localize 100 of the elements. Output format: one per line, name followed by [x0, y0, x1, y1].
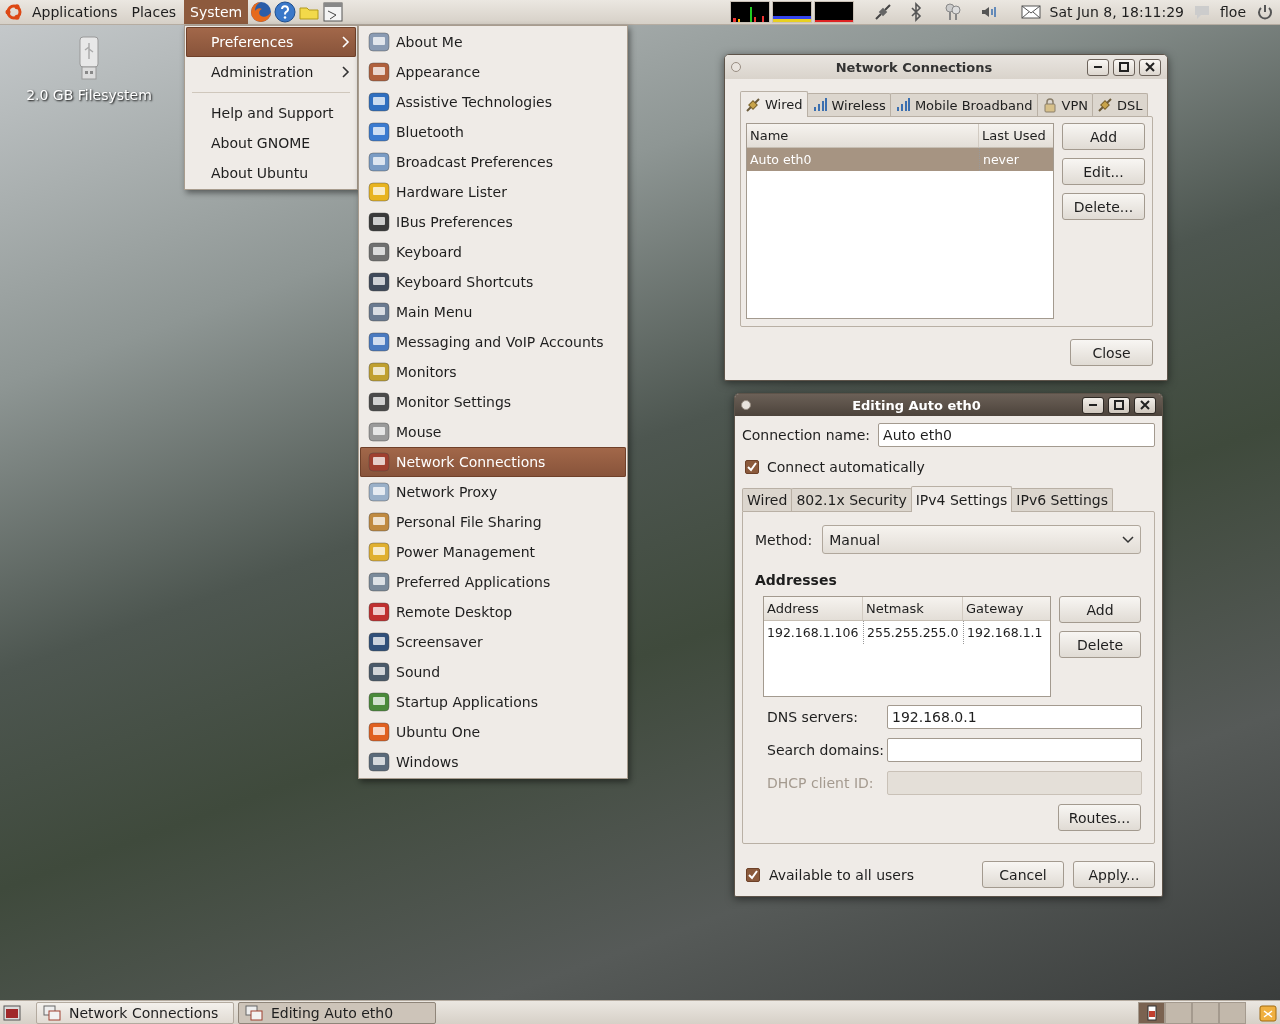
menu-item[interactable]: Screensaver	[360, 627, 626, 657]
close-button[interactable]	[1134, 396, 1156, 414]
panel-menu[interactable]: Applications	[26, 0, 124, 24]
window-icon[interactable]	[322, 1, 345, 23]
text-field[interactable]: 192.168.0.1	[887, 705, 1142, 729]
checkbox-label[interactable]: Connect automatically	[767, 459, 925, 475]
window-icon	[245, 1004, 263, 1021]
app-icon	[368, 601, 390, 623]
menu-item[interactable]: About Ubuntu	[186, 158, 356, 188]
app-icon	[368, 631, 390, 653]
menu-item[interactable]: Main Menu	[360, 297, 626, 327]
taskbar-button[interactable]: Editing Auto eth0	[238, 1001, 436, 1024]
column-header[interactable]: Last Used	[979, 124, 1053, 147]
minimize-button[interactable]	[1087, 58, 1109, 76]
tab[interactable]: DSL	[1092, 93, 1148, 116]
menu-item[interactable]: Windows	[360, 747, 626, 777]
menu-item[interactable]: IBus Preferences	[360, 207, 626, 237]
show-desktop-icon[interactable]	[2, 1002, 22, 1023]
menu-item[interactable]: Mouse	[360, 417, 626, 447]
logo-icon[interactable]	[4, 2, 24, 22]
tab[interactable]: Wired	[740, 91, 808, 117]
table-cell-text: 192.168.1.106	[766, 624, 860, 642]
menu-item[interactable]: Sound	[360, 657, 626, 687]
table-row[interactable]: 192.168.1.106 255.255.255.0 192.168.1.1	[764, 621, 1051, 644]
menu-item[interactable]: Bluetooth	[360, 117, 626, 147]
menu-item[interactable]: Network Proxy	[360, 477, 626, 507]
action-button[interactable]: Edit...	[1062, 158, 1145, 185]
browser-icon[interactable]	[250, 1, 273, 23]
menu-item[interactable]: Power Management	[360, 537, 626, 567]
action-button[interactable]: Add	[1062, 123, 1145, 150]
menu-item[interactable]: Personal File Sharing	[360, 507, 626, 537]
help-icon[interactable]	[274, 1, 297, 23]
app-icon	[368, 511, 390, 533]
column-header[interactable]: Address	[764, 597, 863, 620]
menu-item[interactable]: Keyboard Shortcuts	[360, 267, 626, 297]
menu-item[interactable]: About Me	[360, 27, 626, 57]
menu-item[interactable]: Ubuntu One	[360, 717, 626, 747]
column-header[interactable]: Netmask	[863, 597, 963, 620]
column-header[interactable]: Name	[747, 124, 979, 147]
window-icon	[1146, 1004, 1157, 1021]
panel-menu[interactable]: Places	[125, 0, 183, 24]
menu-item[interactable]: Appearance	[360, 57, 626, 87]
action-button[interactable]: Delete	[1059, 631, 1141, 658]
checkbox-label[interactable]: Available to all users	[769, 866, 973, 883]
action-button[interactable]: Delete...	[1062, 193, 1145, 220]
menu-item[interactable]: Administration	[186, 57, 356, 87]
tab[interactable]: Wireless	[806, 93, 891, 116]
connection-name-field[interactable]: Auto eth0	[878, 423, 1155, 447]
maximize-button[interactable]	[1108, 396, 1130, 414]
method-dropdown[interactable]: Manual	[822, 525, 1141, 554]
app-icon	[368, 301, 390, 323]
panel-menu[interactable]: System	[184, 0, 249, 24]
tab[interactable]: IPv4 Settings	[910, 486, 1013, 512]
menu-item[interactable]: Help and Support	[186, 98, 356, 128]
workspace-button[interactable]	[1138, 1001, 1165, 1024]
menu-item[interactable]: Assistive Technologies	[360, 87, 626, 117]
maximize-button[interactable]	[1113, 58, 1135, 76]
menu-item[interactable]: Network Connections	[360, 447, 626, 477]
menu-item[interactable]: Remote Desktop	[360, 597, 626, 627]
checkbox[interactable]	[745, 460, 759, 474]
clock[interactable]: Sat Jun 8, 18:11:29	[1043, 4, 1190, 20]
window-title: Editing Auto eth0	[851, 397, 982, 413]
user-name[interactable]: floe	[1214, 4, 1252, 20]
dialog-button[interactable]: Cancel	[982, 861, 1064, 888]
tab[interactable]: Mobile Broadband	[889, 93, 1038, 116]
menu-item[interactable]: About GNOME	[186, 128, 356, 158]
routes-button[interactable]: Routes...	[1058, 804, 1141, 831]
tab[interactable]: VPN	[1036, 93, 1093, 116]
menu-item[interactable]: Startup Applications	[360, 687, 626, 717]
menu-item[interactable]: Keyboard	[360, 237, 626, 267]
menu-item[interactable]: Preferences	[186, 27, 356, 57]
memory-graph	[771, 1, 812, 23]
tab[interactable]: IPv6 Settings	[1011, 488, 1113, 511]
app-icon	[368, 31, 390, 53]
menu-item[interactable]: Monitors	[360, 357, 626, 387]
checkbox[interactable]	[746, 867, 760, 882]
dialog-button[interactable]: Apply...	[1073, 861, 1155, 888]
trash-icon[interactable]	[1258, 1002, 1278, 1023]
window-menu-icon[interactable]	[741, 400, 751, 410]
action-button[interactable]: Add	[1059, 596, 1141, 623]
menu-item[interactable]: Messaging and VoIP Accounts	[360, 327, 626, 357]
column-header[interactable]: Gateway	[963, 597, 1051, 620]
field-label: Search domains:	[767, 742, 885, 758]
close-dialog-button[interactable]: Close	[1070, 339, 1153, 366]
menu-item[interactable]: Broadcast Preferences	[360, 147, 626, 177]
tab[interactable]: Wired	[742, 488, 793, 511]
signal-bars-icon	[811, 97, 828, 113]
tab[interactable]: 802.1x Security	[791, 488, 912, 511]
app-icon	[368, 541, 390, 563]
app-icon	[368, 211, 390, 233]
close-button[interactable]	[1139, 58, 1161, 76]
field-label: DNS servers:	[767, 709, 859, 725]
menu-item[interactable]: Monitor Settings	[360, 387, 626, 417]
minimize-button[interactable]	[1082, 396, 1104, 414]
menu-item[interactable]: Hardware Lister	[360, 177, 626, 207]
text-field[interactable]	[887, 738, 1142, 762]
menu-item[interactable]: Preferred Applications	[360, 567, 626, 597]
taskbar-button[interactable]: Network Connections	[36, 1001, 234, 1024]
table-cell-text: Auto eth0	[749, 151, 813, 169]
app-icon	[368, 151, 390, 173]
